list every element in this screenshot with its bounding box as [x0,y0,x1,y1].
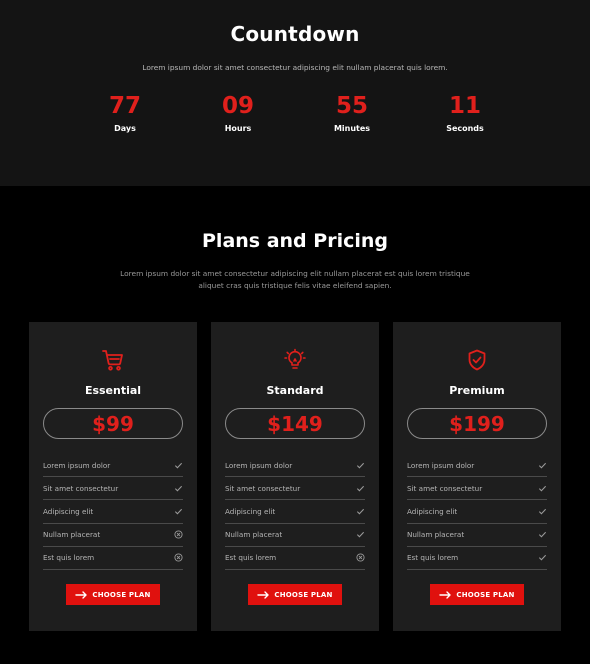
countdown-value: 11 [448,93,481,119]
countdown-value: 55 [335,93,368,119]
x-circle-icon [174,553,183,562]
choose-plan-button[interactable]: CHOOSE PLAN [66,584,160,605]
feature-text: Est quis lorem [407,553,459,563]
feature-list: Lorem ipsum dolor Sit amet consectetur A… [43,454,183,570]
choose-plan-button[interactable]: CHOOSE PLAN [430,584,524,605]
plan-name: Standard [266,384,324,397]
feature-item: Sit amet consectetur [407,477,547,501]
feature-item: Sit amet consectetur [225,477,365,501]
x-circle-icon [174,530,183,539]
feature-item: Est quis lorem [225,547,365,570]
feature-text: Est quis lorem [43,553,95,563]
feature-item: Adipiscing elit [407,500,547,524]
plan-name: Essential [84,384,142,397]
plan-card-essential: Essential $99 Lorem ipsum dolor Sit amet… [29,322,197,631]
arrow-right-icon [257,590,270,599]
countdown-days: 77 Days [85,92,165,133]
lightbulb-icon [211,348,379,374]
countdown-label: Seconds [446,124,484,133]
countdown-value: 09 [221,93,254,119]
countdown-title: Countdown [230,22,360,46]
feature-item: Nullam placerat [43,524,183,547]
feature-item: Est quis lorem [43,547,183,570]
feature-text: Nullam placerat [225,530,283,540]
pricing-subtitle: Lorem ipsum dolor sit amet consectetur a… [115,268,475,292]
plan-price: $149 [225,408,365,439]
choose-plan-label: CHOOSE PLAN [274,590,333,599]
pricing-subtitle-line: aliquet cras quis tristique felis vitae … [198,281,392,290]
check-icon [538,530,547,539]
check-icon [174,484,183,493]
countdown-label: Days [114,124,136,133]
check-icon [356,530,365,539]
x-circle-icon [356,553,365,562]
countdown-minutes: 55 Minutes [312,92,392,133]
feature-text: Lorem ipsum dolor [43,460,111,470]
check-icon [174,507,183,516]
feature-item: Lorem ipsum dolor [407,454,547,478]
feature-text: Lorem ipsum dolor [407,460,475,470]
cart-icon [29,348,197,374]
check-icon [356,484,365,493]
feature-item: Adipiscing elit [225,500,365,524]
choose-plan-label: CHOOSE PLAN [92,590,151,599]
countdown-label: Minutes [333,124,371,133]
feature-list: Lorem ipsum dolor Sit amet consectetur A… [407,454,547,570]
feature-text: Adipiscing elit [407,506,458,516]
feature-text: Sit amet consectetur [43,483,119,493]
plan-card-premium: Premium $199 Lorem ipsum dolor Sit amet … [393,322,561,631]
feature-text: Lorem ipsum dolor [225,460,293,470]
countdown-seconds: 11 Seconds [425,92,505,133]
countdown-section: Countdown Lorem ipsum dolor sit amet con… [0,0,590,186]
check-icon [538,461,547,470]
arrow-right-icon [439,590,452,599]
check-icon [538,484,547,493]
check-icon [538,553,547,562]
shield-check-icon [393,348,561,374]
feature-text: Sit amet consectetur [225,483,301,493]
feature-item: Est quis lorem [407,547,547,570]
plan-price: $199 [407,408,547,439]
check-icon [174,461,183,470]
arrow-right-icon [75,590,88,599]
feature-text: Est quis lorem [225,553,277,563]
pricing-subtitle-line: Lorem ipsum dolor sit amet consectetur a… [120,269,470,278]
countdown-subtitle: Lorem ipsum dolor sit amet consectetur a… [142,63,448,72]
feature-item: Nullam placerat [407,524,547,547]
choose-plan-label: CHOOSE PLAN [456,590,515,599]
feature-text: Nullam placerat [43,530,101,540]
feature-text: Sit amet consectetur [407,483,483,493]
feature-text: Adipiscing elit [225,506,276,516]
pricing-title: Plans and Pricing [202,230,388,252]
feature-item: Nullam placerat [225,524,365,547]
feature-item: Lorem ipsum dolor [225,454,365,478]
countdown-hours: 09 Hours [198,92,278,133]
feature-text: Nullam placerat [407,530,465,540]
plan-price: $99 [43,408,183,439]
feature-item: Lorem ipsum dolor [43,454,183,478]
feature-item: Adipiscing elit [43,500,183,524]
plan-card-standard: Standard $149 Lorem ipsum dolor Sit amet… [211,322,379,631]
feature-list: Lorem ipsum dolor Sit amet consectetur A… [225,454,365,570]
feature-text: Adipiscing elit [43,506,94,516]
countdown-value: 77 [108,93,141,119]
plan-name: Premium [449,384,505,397]
choose-plan-button[interactable]: CHOOSE PLAN [248,584,342,605]
feature-item: Sit amet consectetur [43,477,183,501]
check-icon [356,507,365,516]
check-icon [538,507,547,516]
check-icon [356,461,365,470]
countdown-label: Hours [224,124,252,133]
